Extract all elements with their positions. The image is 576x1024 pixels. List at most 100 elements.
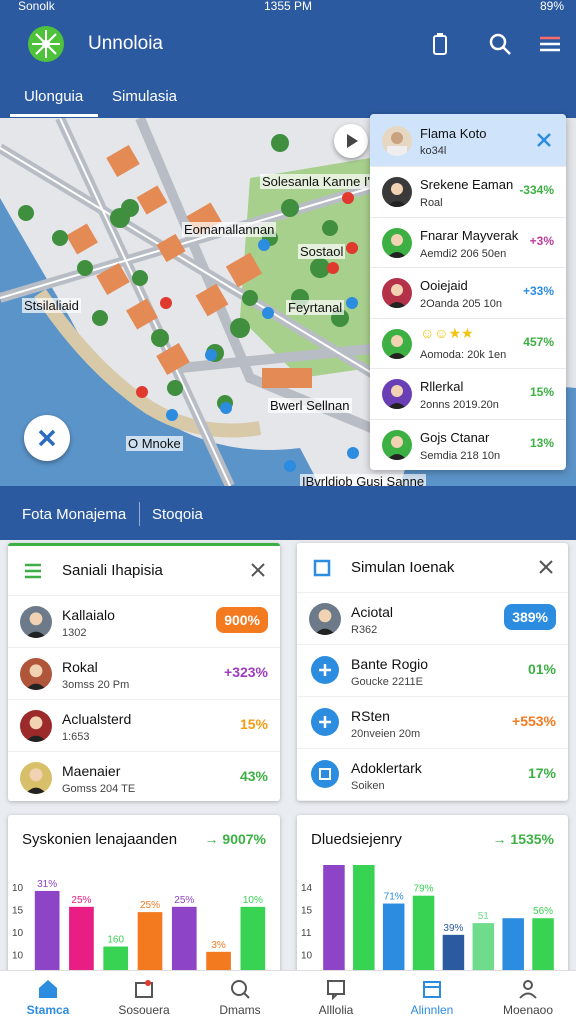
item-subtitle: R362 — [351, 624, 378, 636]
y-tick-label: 14 — [301, 883, 313, 894]
bar-value-label: 71% — [384, 892, 404, 903]
item-subtitle: Aomoda: 20k 1en — [420, 348, 507, 361]
item-name: Fnarar Mayverak — [420, 227, 519, 243]
bar[interactable] — [171, 906, 197, 973]
square-icon — [311, 760, 339, 788]
card-list-item[interactable]: RSten 20nveien 20m +553% — [297, 697, 568, 749]
map-label: Feyrtanal — [286, 300, 345, 315]
avatar — [382, 328, 412, 359]
item-value: +323% — [224, 664, 268, 680]
search-icon — [231, 980, 250, 999]
item-value: +33% — [522, 284, 554, 298]
card-list-item[interactable]: Aciotal R362 389% — [297, 593, 568, 645]
bar-value-label: 31% — [37, 879, 57, 890]
tab-fota-monajema[interactable]: Fota Monajema — [22, 506, 126, 523]
item-name: Aciotal — [351, 604, 394, 620]
bar[interactable] — [240, 906, 266, 973]
tab-simulasia[interactable]: Simulasia — [112, 88, 177, 105]
add-icon — [311, 708, 339, 736]
map-label: Solesanla Kanne I'et — [260, 174, 383, 189]
nav-item-dmams[interactable]: Dmams — [192, 971, 288, 1024]
card-list-item[interactable]: Adoklertark Soiken 17% — [297, 749, 568, 801]
card-list-item[interactable]: Rokal 3omss 20 Pm +323% — [8, 648, 280, 700]
bar[interactable] — [502, 918, 524, 973]
card-list-item[interactable]: Kallaialo 1302 900% — [8, 596, 280, 648]
item-name: RSten — [351, 708, 390, 724]
bar[interactable] — [137, 912, 163, 973]
bar-value-label: 25% — [174, 895, 194, 906]
nav-item-alllolia[interactable]: Alllolia — [288, 971, 384, 1024]
tab-ulonguia[interactable]: Ulonguia — [24, 88, 83, 105]
overlay-list-item[interactable]: Ooiejaid 2Oanda 205 10n +33% — [370, 267, 566, 318]
card-list-item[interactable]: Aclualsterd 1:653 15% — [8, 700, 280, 752]
list-icon[interactable] — [22, 560, 44, 582]
avatar — [382, 177, 412, 207]
item-name: Adoklertark — [351, 760, 422, 776]
avatar — [20, 762, 52, 794]
bar[interactable] — [412, 895, 435, 973]
profile-icon — [519, 980, 537, 999]
bar[interactable] — [323, 865, 345, 973]
nav-item-stamca[interactable]: Stamca — [0, 971, 96, 1024]
overlay-list-item[interactable]: Rllerkal 2onns 2019.20n 15% — [370, 368, 566, 419]
battery-icon[interactable] — [426, 30, 454, 58]
map-label: Bwerl Sellnan — [268, 398, 352, 413]
bar-value-label: 10% — [243, 895, 263, 906]
bar[interactable] — [34, 890, 60, 973]
close-icon[interactable] — [534, 130, 554, 150]
bar-value-label: 160 — [107, 935, 124, 946]
app-bar: Unnoloia Ulonguia Simulasia — [0, 14, 576, 118]
menu-icon[interactable] — [536, 30, 564, 58]
search-icon[interactable] — [486, 30, 514, 58]
calendar-icon — [135, 980, 153, 998]
item-value-pill: 900% — [216, 607, 268, 633]
bar[interactable] — [472, 923, 495, 973]
card-list-item[interactable]: Bante Rogio Goucke 2211E 01% — [297, 645, 568, 697]
home-icon — [39, 980, 57, 998]
nav-item-alinnlen[interactable]: Alinnlen — [384, 971, 480, 1024]
nav-label: Dmams — [219, 1003, 261, 1017]
y-tick-label: 10 — [12, 928, 24, 939]
card-list-item[interactable]: Maenaier Gomss 204 TE 43% — [8, 752, 280, 801]
bar[interactable] — [382, 903, 405, 973]
nav-item-moenaoo[interactable]: Moenaoo — [480, 971, 576, 1024]
active-tab-indicator — [10, 114, 98, 117]
item-value: +553% — [512, 713, 556, 729]
overlay-list-item[interactable]: Aomoda: 20k 1en 457% ☺☺★★ — [370, 317, 566, 369]
tab-stoqoia[interactable]: Stoqoia — [152, 506, 203, 523]
bar[interactable] — [442, 934, 465, 973]
avatar — [382, 278, 412, 308]
overlay-list-item[interactable]: Gojs Ctanar Semdia 218 10n 13% — [370, 418, 566, 470]
avatar — [20, 606, 52, 638]
chart-total-value: 1535% — [510, 831, 554, 847]
nav-label: Moenaoo — [502, 1003, 554, 1017]
item-name: Ooiejaid — [420, 278, 468, 293]
play-button[interactable] — [334, 124, 368, 158]
bar-chart: 1415111033813071%79%39%5156% — [301, 865, 554, 973]
nav-item-sosouera[interactable]: Sosouera — [96, 971, 192, 1024]
card-title: Saniali Ihapisia — [62, 562, 163, 579]
map-label: O Mnoke — [126, 436, 183, 451]
avatar — [382, 429, 412, 460]
overlay-list-item[interactable]: Srekene Eaman Roal -334% — [370, 166, 566, 217]
close-icon[interactable] — [250, 562, 266, 578]
item-value-pill: 389% — [504, 604, 556, 630]
close-map-button[interactable] — [24, 415, 70, 461]
status-bar: Sonolk 1355 PM 89% — [0, 0, 576, 14]
item-value: 17% — [527, 765, 556, 781]
reaction-badges-icon: ☺☺★★ — [420, 324, 474, 341]
overlay-list-item[interactable]: Fnarar Mayverak Aemdi2 206 50en +3% — [370, 216, 566, 268]
overlay-header[interactable]: Flama Koto ko34l — [370, 114, 566, 166]
calendar-grid-icon — [423, 981, 441, 998]
square-icon[interactable] — [311, 557, 333, 579]
bar[interactable] — [353, 865, 375, 973]
bar[interactable] — [69, 906, 94, 973]
item-subtitle: Soiken — [351, 780, 385, 792]
item-subtitle: Goucke 2211E — [351, 676, 423, 688]
item-subtitle: 2Oanda 205 10n — [420, 298, 502, 310]
item-value: -334% — [519, 183, 554, 197]
item-value: 43% — [239, 768, 268, 784]
card-rows: Aciotal R362 389% Bante Rogio Goucke 2211E 01… — [297, 593, 568, 801]
bar[interactable] — [532, 918, 554, 973]
close-icon[interactable] — [538, 559, 554, 575]
